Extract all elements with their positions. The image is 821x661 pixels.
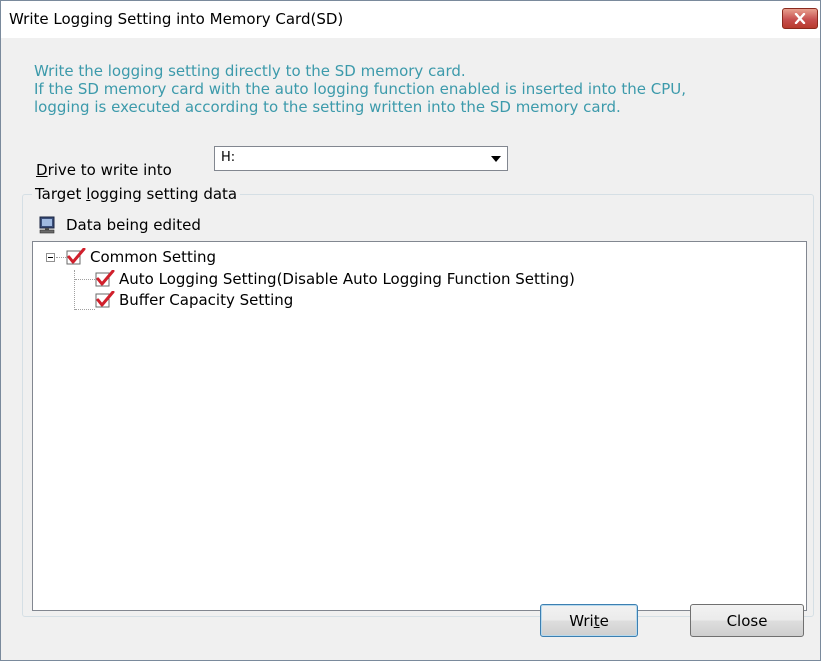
tree-node-auto-logging[interactable]: Auto Logging Setting(Disable Auto Loggin… xyxy=(95,269,575,288)
tree-connector xyxy=(74,270,76,310)
checked-checkbox-icon[interactable] xyxy=(66,248,86,265)
data-source-row: Data being edited xyxy=(38,215,201,235)
dialog-body: Write the logging setting directly to th… xyxy=(1,38,820,660)
close-window-button[interactable] xyxy=(782,8,818,29)
description-line-3: logging is executed according to the set… xyxy=(34,98,621,116)
write-label-pre: Wri xyxy=(569,611,594,630)
legend-post: ogging setting data xyxy=(90,185,238,203)
setting-tree[interactable]: Common Setting Auto Logging Setting(Disa… xyxy=(32,241,807,611)
target-logging-legend: Target logging setting data xyxy=(32,185,241,203)
tree-node-label: Buffer Capacity Setting xyxy=(119,290,294,309)
computer-icon xyxy=(39,216,55,234)
drive-select[interactable]: H: xyxy=(214,146,508,171)
description-text: Write the logging setting directly to th… xyxy=(34,62,794,116)
close-button[interactable]: Close xyxy=(690,604,804,637)
title-bar[interactable]: Write Logging Setting into Memory Card(S… xyxy=(1,1,820,38)
drive-label-text: rive to write into xyxy=(47,161,172,179)
tree-node-label: Common Setting xyxy=(90,247,217,266)
data-source-label: Data being edited xyxy=(66,216,201,234)
drive-select-value: H: xyxy=(221,150,236,165)
description-line-1: Write the logging setting directly to th… xyxy=(34,62,466,80)
write-label-post: e xyxy=(599,611,609,630)
window-title: Write Logging Setting into Memory Card(S… xyxy=(9,10,344,28)
tree-connector xyxy=(75,279,95,280)
tree-node-label: Auto Logging Setting(Disable Auto Loggin… xyxy=(119,269,575,288)
tree-node-buffer-capacity[interactable]: Buffer Capacity Setting xyxy=(95,290,293,309)
drive-label-accel: D xyxy=(36,161,48,179)
legend-pre: Target xyxy=(35,185,87,203)
checked-checkbox-icon[interactable] xyxy=(95,270,115,287)
tree-connector xyxy=(75,309,95,310)
close-icon xyxy=(794,13,806,24)
write-button[interactable]: Wri t e xyxy=(540,604,638,637)
description-line-2: If the SD memory card with the auto logg… xyxy=(34,80,686,98)
write-logging-dialog: Write Logging Setting into Memory Card(S… xyxy=(0,0,821,661)
checked-checkbox-icon[interactable] xyxy=(95,291,115,308)
dropdown-arrow-icon[interactable] xyxy=(491,156,501,162)
drive-label: Drive to write into xyxy=(36,161,172,179)
tree-node-common-setting[interactable]: Common Setting xyxy=(66,247,216,266)
collapse-toggle-icon[interactable] xyxy=(46,253,55,262)
tree-connector xyxy=(56,257,66,258)
